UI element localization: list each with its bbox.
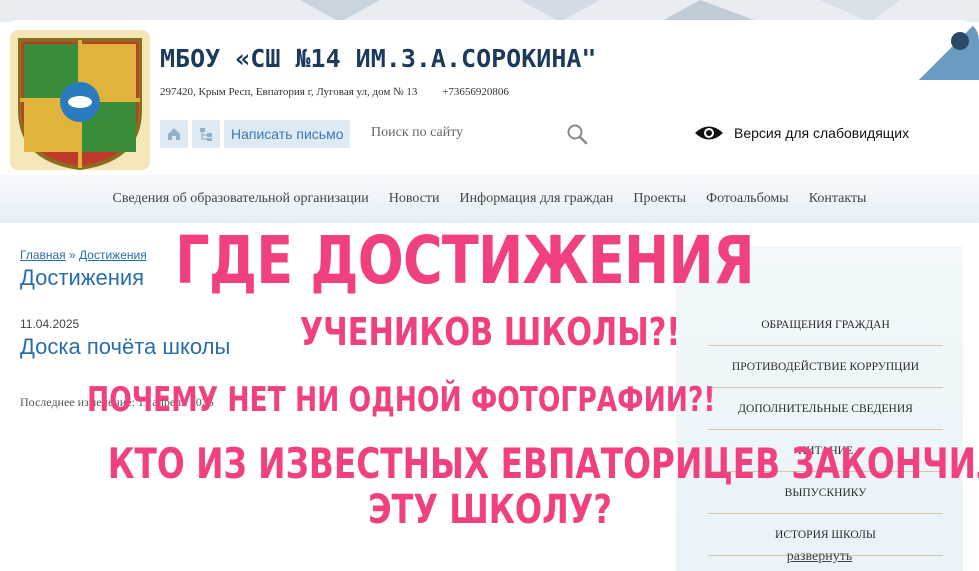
- sidebar-item-anti-corruption[interactable]: ПРОТИВОДЕЙСТВИЕ КОРРУПЦИИ: [708, 346, 943, 388]
- eye-icon: [695, 126, 723, 140]
- nav-item-contacts[interactable]: Контакты: [809, 191, 867, 207]
- home-icon: [168, 128, 180, 140]
- nav-item-citizens-info[interactable]: Информация для граждан: [460, 191, 614, 207]
- overlay-line-4: КТО ИЗ ИЗВЕСТНЫХ ЕВПАТОРИЦЕВ ЗАКОНЧИЛ: [107, 439, 979, 488]
- overlay-line-3: ПОЧЕМУ НЕТ НИ ОДНОЙ ФОТОГРАФИИ?!: [87, 380, 716, 420]
- nav-item-photoalbums[interactable]: Фотоальбомы: [706, 191, 789, 207]
- breadcrumb-home[interactable]: Главная: [20, 248, 66, 262]
- breadcrumb-separator: »: [65, 248, 80, 262]
- header-tools: Написать письмо: [160, 120, 351, 148]
- nav-item-news[interactable]: Новости: [389, 191, 440, 207]
- search-icon[interactable]: [565, 122, 589, 146]
- accessibility-label: Версия для слабовидящих: [734, 125, 910, 141]
- phone-number: +73656920806: [442, 86, 509, 98]
- top-decor-strip: [0, 0, 979, 22]
- accessibility-version-link[interactable]: Версия для слабовидящих: [694, 124, 909, 142]
- address-text: 297420, Крым Респ, Евпатория г, Луговая …: [160, 86, 418, 98]
- sitemap-button[interactable]: [192, 120, 220, 148]
- coat-of-arms-icon: [10, 30, 150, 170]
- decor-triangles: [300, 0, 900, 22]
- overlay-line-5: ЭТУ ШКОЛУ?: [368, 487, 612, 533]
- sidebar-item-additional-info[interactable]: ДОПОЛНИТЕЛЬНЫЕ СВЕДЕНИЯ: [708, 388, 943, 430]
- overlay-line-1: ГДЕ ДОСТИЖЕНИЯ: [175, 222, 754, 299]
- home-button[interactable]: [160, 120, 188, 148]
- corner-badge[interactable]: [919, 20, 979, 80]
- search-input[interactable]: Поиск по сайту: [371, 125, 463, 141]
- sitemap-icon: [200, 128, 212, 141]
- nav-item-projects[interactable]: Проекты: [633, 191, 686, 207]
- school-logo[interactable]: [10, 30, 150, 170]
- expand-link[interactable]: развернуть: [676, 549, 963, 565]
- overlay-line-2: УЧЕНИКОВ ШКОЛЫ?!: [299, 310, 681, 354]
- write-letter-button[interactable]: Написать письмо: [224, 120, 351, 148]
- nav-item-about[interactable]: Сведения об образовательной организации: [113, 191, 369, 207]
- main-nav: Сведения об образовательной организации …: [0, 175, 979, 223]
- post-title-link[interactable]: Доска почёта школы: [20, 334, 230, 360]
- sidebar-item-citizen-appeals[interactable]: ОБРАЩЕНИЯ ГРАЖДАН: [708, 304, 943, 346]
- site-title[interactable]: МБОУ «СШ №14 ИМ.З.А.СОРОКИНА": [160, 44, 597, 73]
- globe-icon: [951, 32, 969, 50]
- school-address: 297420, Крым Респ, Евпатория г, Луговая …: [160, 86, 509, 98]
- post-date: 11.04.2025: [20, 317, 80, 331]
- sidebar-menu: ОБРАЩЕНИЯ ГРАЖДАН ПРОТИВОДЕЙСТВИЕ КОРРУП…: [708, 304, 943, 556]
